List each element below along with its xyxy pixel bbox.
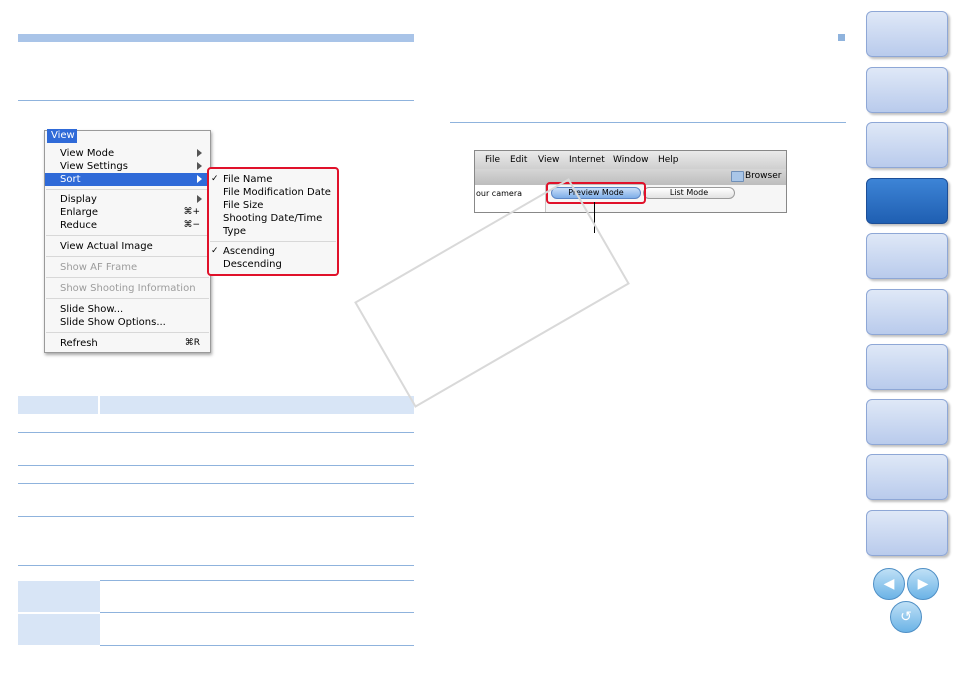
submenu-arrow-icon <box>197 162 202 170</box>
list-mode-button[interactable]: List Mode <box>643 187 735 199</box>
table-row-rule <box>18 432 414 433</box>
return-icon: ↺ <box>900 609 912 625</box>
menu-item-slide-show[interactable]: Slide Show... <box>60 303 123 316</box>
nav-tab-5[interactable] <box>866 233 948 279</box>
section-rule <box>450 122 846 123</box>
menu-separator <box>46 235 209 236</box>
submenu-arrow-icon <box>197 195 202 203</box>
view-menu: View Mode View Settings Sort Display Enl… <box>44 130 211 353</box>
nav-tab-10[interactable] <box>866 510 948 556</box>
menu-item-view-mode[interactable]: View Mode <box>60 147 114 160</box>
table-header <box>18 396 414 414</box>
app-menu-help[interactable]: Help <box>658 151 679 169</box>
folder-icon <box>731 171 744 182</box>
table-row-rule <box>18 516 414 517</box>
checkmark-icon: ✓ <box>211 246 219 256</box>
menu-item-view-actual-image[interactable]: View Actual Image <box>60 240 153 253</box>
nav-tab-4-active[interactable] <box>866 178 948 224</box>
table-row-rule <box>18 465 414 466</box>
menu-item-slide-show-options[interactable]: Slide Show Options... <box>60 316 166 329</box>
app-menu-edit[interactable]: Edit <box>510 151 527 169</box>
nav-tab-9[interactable] <box>866 454 948 500</box>
sort-item-type[interactable]: Type <box>223 225 246 238</box>
menu-title-view[interactable]: View <box>47 129 77 143</box>
next-arrow-icon: ▶ <box>917 576 929 592</box>
menu-item-show-af-frame[interactable]: Show AF Frame <box>60 261 137 274</box>
table-header-divider <box>98 396 100 414</box>
table-row-rule <box>18 483 414 484</box>
sort-item-file-size[interactable]: File Size <box>223 199 263 212</box>
section-rule <box>18 100 414 101</box>
sort-item-descending[interactable]: Descending <box>223 258 282 271</box>
nav-tab-8[interactable] <box>866 399 948 445</box>
sort-item-shooting-date-time[interactable]: Shooting Date/Time <box>223 212 322 225</box>
menu-item-sort[interactable]: Sort <box>45 173 210 186</box>
camera-panel-text: our camera <box>476 189 523 198</box>
table-row-rule <box>100 612 414 613</box>
menu-item-display[interactable]: Display <box>60 193 97 206</box>
menu-separator <box>210 241 336 242</box>
nav-tab-1[interactable] <box>866 11 948 57</box>
menu-separator <box>46 332 209 333</box>
menu-item-refresh[interactable]: Refresh <box>60 337 98 350</box>
submenu-arrow-icon <box>197 149 202 157</box>
sort-item-file-modification-date[interactable]: File Modification Date <box>223 186 331 199</box>
table-row-rule <box>18 565 414 566</box>
nav-tab-3[interactable] <box>866 122 948 168</box>
table-label-cell <box>18 614 100 645</box>
menu-separator <box>46 256 209 257</box>
menu-separator <box>46 298 209 299</box>
app-menu-internet[interactable]: Internet <box>569 151 605 169</box>
menu-item-sort-label: Sort <box>60 174 81 185</box>
menu-separator <box>46 277 209 278</box>
table-label-cell <box>18 581 100 612</box>
menu-item-view-settings[interactable]: View Settings <box>60 160 128 173</box>
section-header-bar <box>18 34 414 42</box>
sort-item-file-name[interactable]: File Name <box>223 173 272 186</box>
nav-tab-6[interactable] <box>866 289 948 335</box>
table-row-rule <box>100 580 414 581</box>
browser-label[interactable]: Browser <box>745 171 781 181</box>
menu-separator <box>46 189 209 190</box>
previous-page-button[interactable]: ◀ <box>873 568 905 600</box>
section-marker <box>838 34 845 41</box>
sort-submenu: ✓ File Name File Modification Date File … <box>207 167 339 276</box>
shortcut-refresh: ⌘R <box>184 338 200 348</box>
nav-tab-7[interactable] <box>866 344 948 390</box>
menu-item-reduce[interactable]: Reduce <box>60 219 97 232</box>
app-menubar: File Edit View Internet Window Help <box>475 151 786 169</box>
menu-item-enlarge[interactable]: Enlarge <box>60 206 98 219</box>
checkmark-icon: ✓ <box>211 174 219 184</box>
app-menu-window[interactable]: Window <box>613 151 649 169</box>
submenu-arrow-icon <box>197 175 202 183</box>
next-page-button[interactable]: ▶ <box>907 568 939 600</box>
nav-tab-2[interactable] <box>866 67 948 113</box>
app-menu-view[interactable]: View <box>538 151 559 169</box>
table-row-rule <box>100 645 414 646</box>
return-button[interactable]: ↺ <box>890 601 922 633</box>
sort-item-ascending[interactable]: Ascending <box>223 245 275 258</box>
app-menu-file[interactable]: File <box>485 151 500 169</box>
previous-arrow-icon: ◀ <box>883 576 895 592</box>
shortcut-enlarge: ⌘+ <box>183 207 200 217</box>
shortcut-reduce: ⌘− <box>183 220 200 230</box>
menu-item-show-shooting-information[interactable]: Show Shooting Information <box>60 282 196 295</box>
